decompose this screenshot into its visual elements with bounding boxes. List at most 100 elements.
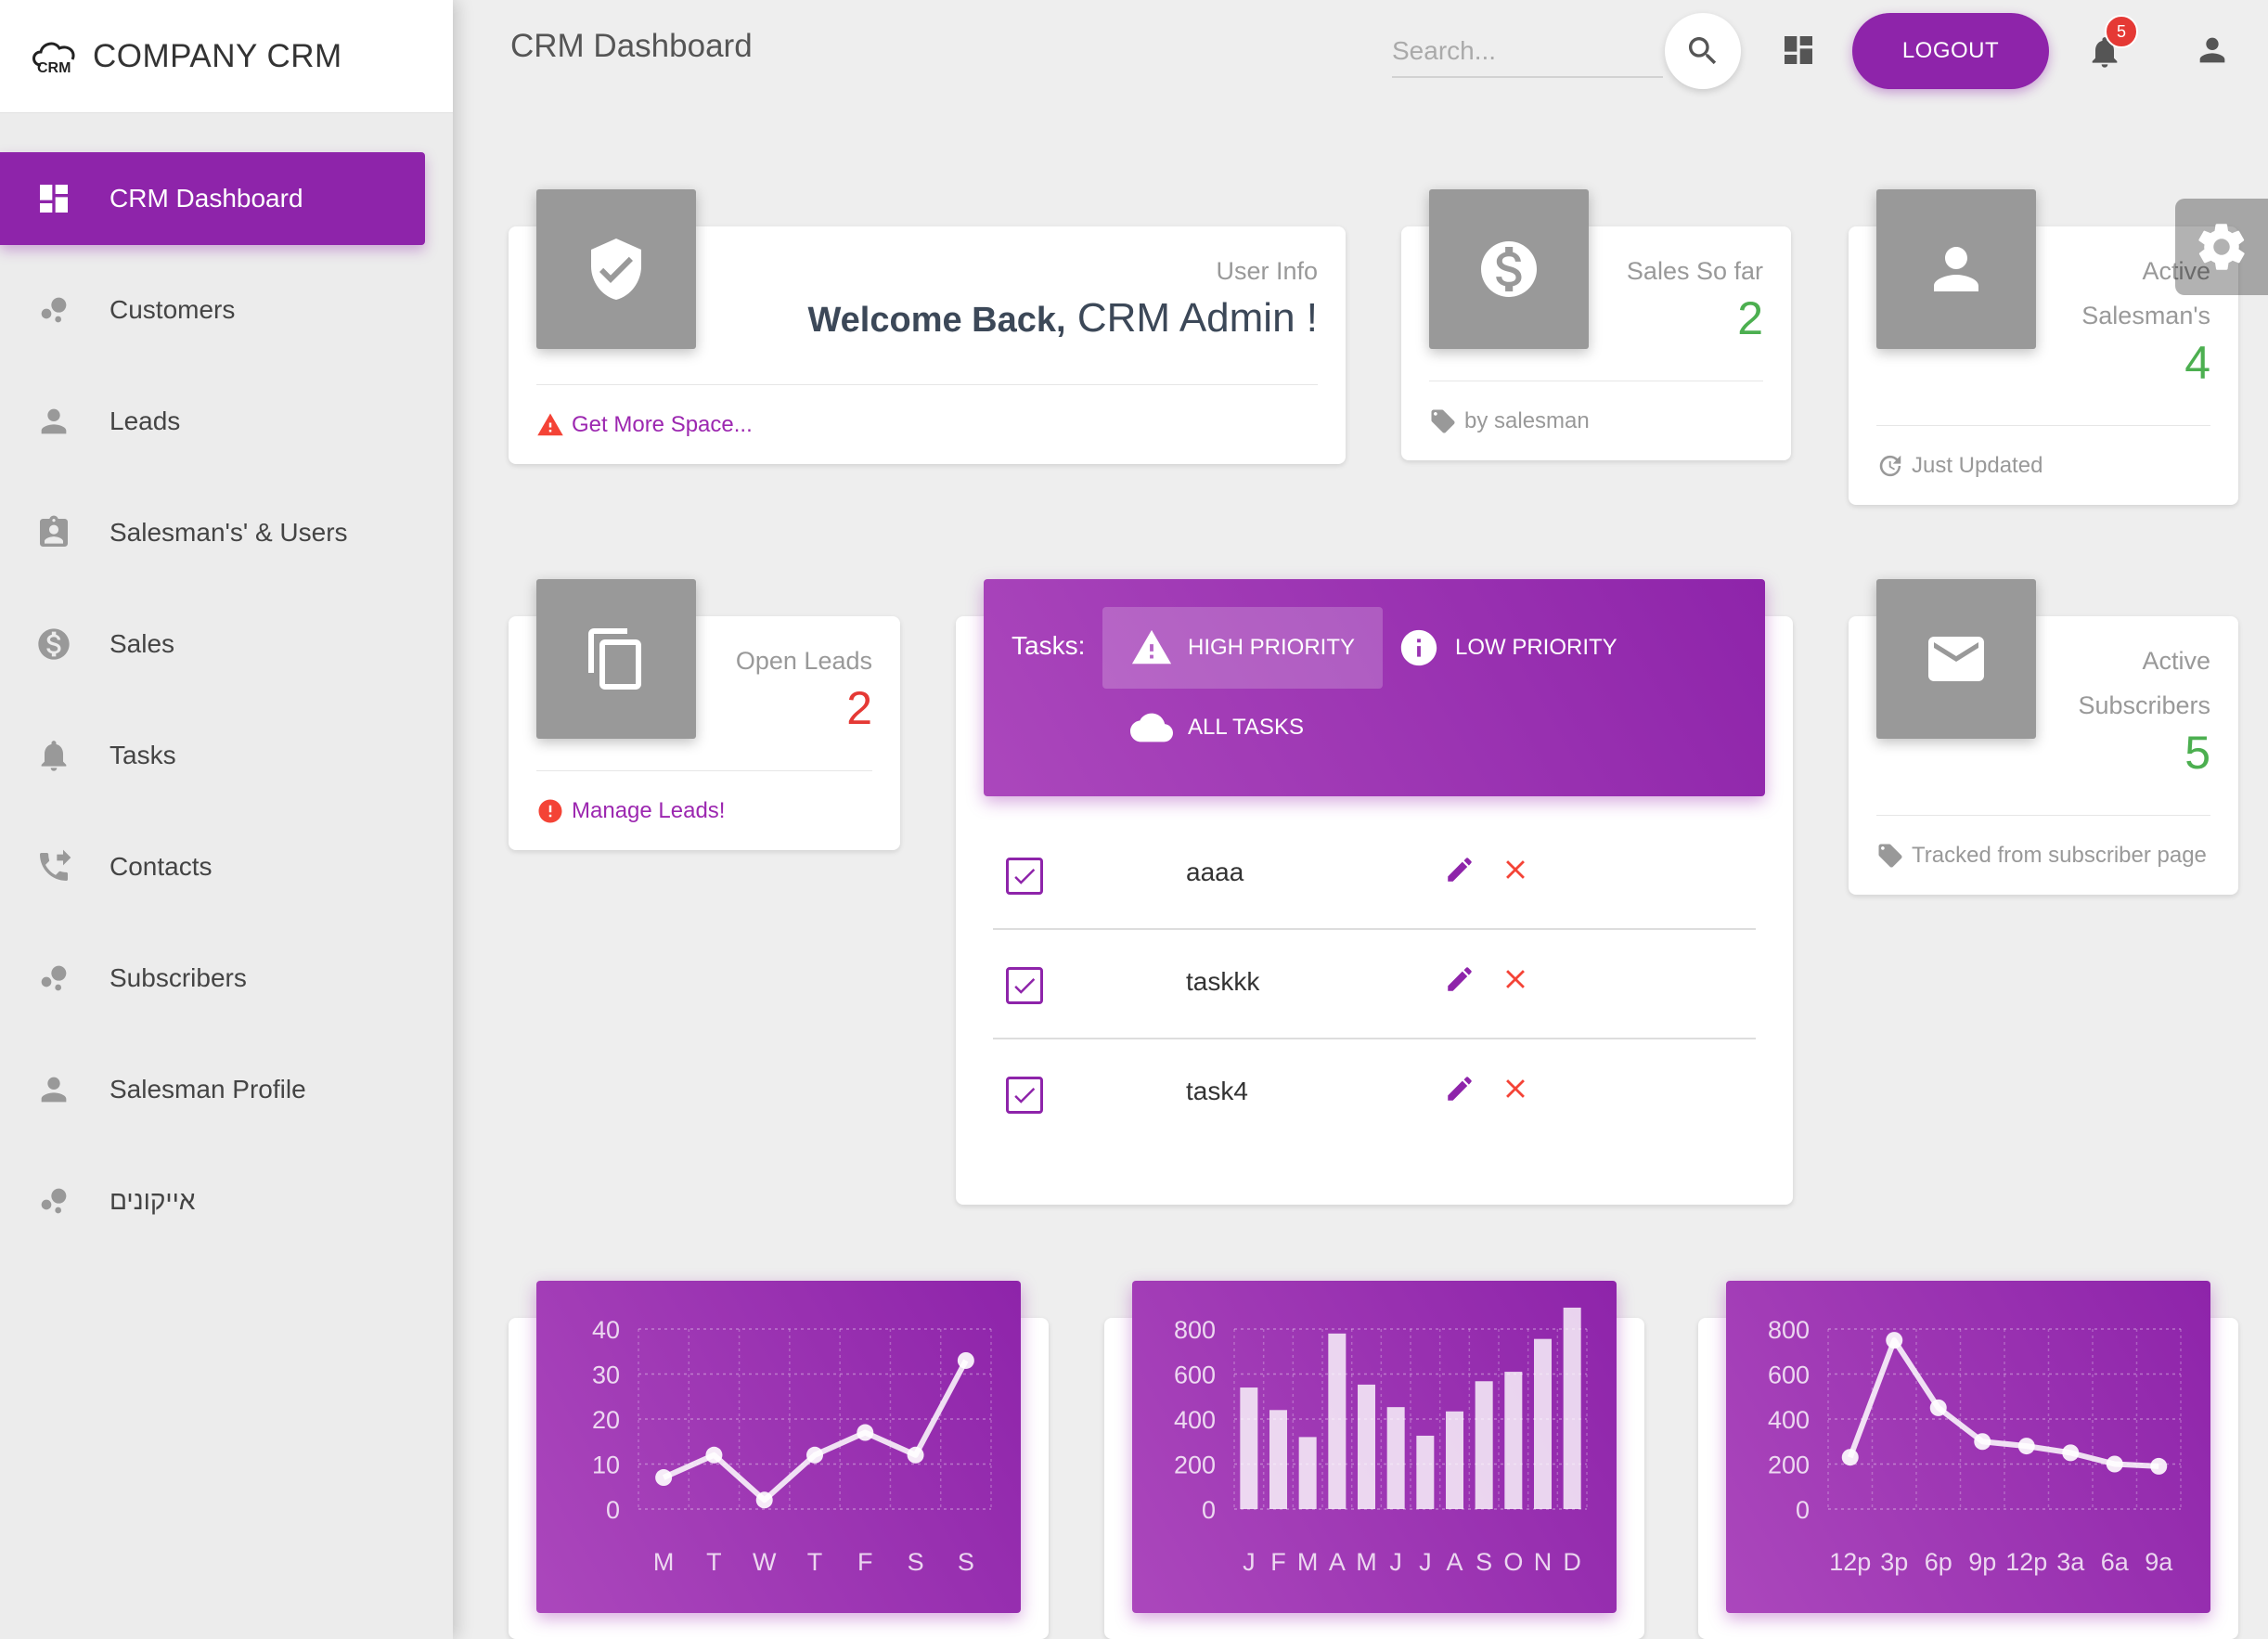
- profile-button[interactable]: [2192, 30, 2233, 71]
- data-point: [655, 1469, 673, 1487]
- salesmen-value: 4: [2184, 337, 2210, 389]
- logout-button[interactable]: LOGOUT: [1852, 13, 2049, 89]
- pencil-icon: [1448, 1077, 1472, 1101]
- x-tick-label: M: [1356, 1548, 1377, 1576]
- x-tick-label: 6p: [1925, 1548, 1952, 1576]
- sidebar-item-sales[interactable]: Sales: [0, 598, 425, 690]
- bubble-chart-icon: [35, 1182, 72, 1220]
- task-checkbox[interactable]: [1006, 1077, 1043, 1114]
- sidebar-item-label: Subscribers: [110, 963, 247, 992]
- dashboard-icon: [1785, 36, 1812, 64]
- sidebar-item-tasks[interactable]: Tasks: [0, 709, 425, 802]
- brand-name: COMPANY CRM: [93, 37, 342, 74]
- search-input[interactable]: [1392, 26, 1663, 76]
- welcome-greeting: Welcome Back,: [807, 301, 1066, 340]
- task-text: aaaa: [1186, 858, 1244, 886]
- data-point: [755, 1491, 773, 1509]
- sidebar-item-salesmen-users[interactable]: Salesman's' & Users: [0, 486, 425, 579]
- pencil-icon: [1448, 858, 1472, 882]
- settings-button[interactable]: [2175, 199, 2268, 295]
- card-category: User Info: [1216, 257, 1318, 285]
- data-point: [957, 1351, 974, 1369]
- sidebar-item-label: Sales: [110, 629, 175, 658]
- data-point: [2150, 1457, 2168, 1475]
- task-row: task4: [993, 1039, 1756, 1149]
- data-point: [705, 1446, 723, 1464]
- gear-icon: [2198, 224, 2245, 270]
- tab-label: LOW PRIORITY: [1455, 635, 1617, 660]
- bar: [1475, 1381, 1493, 1509]
- salesmen-icon-box: [1876, 189, 2036, 349]
- sidebar-item-label: Tasks: [110, 741, 176, 769]
- y-tick-label: 30: [592, 1362, 620, 1389]
- notification-badge: 5: [2105, 15, 2138, 48]
- warning-icon: [537, 413, 563, 436]
- open-leads-value: 2: [846, 682, 872, 734]
- warning-icon: [1131, 629, 1172, 665]
- x-tick-label: J: [1243, 1548, 1256, 1576]
- series-line: [662, 1359, 969, 1503]
- data-point: [1929, 1399, 1947, 1416]
- card-category-line2: Subscribers: [2078, 691, 2210, 719]
- delete-task-button[interactable]: [1500, 963, 1537, 1000]
- person-icon: [2199, 37, 2225, 63]
- task-checkbox[interactable]: [1006, 858, 1043, 895]
- user-info-icon-box: [536, 189, 696, 349]
- y-tick-label: 200: [1768, 1452, 1810, 1479]
- sidebar-item-contacts[interactable]: Contacts: [0, 820, 425, 913]
- x-tick-label: 3a: [2056, 1548, 2085, 1576]
- sidebar-nav: CRM Dashboard Customers Leads Salesman's…: [0, 152, 425, 1266]
- x-tick-label: 6a: [2101, 1548, 2130, 1576]
- hourly-line-chart: 800 600 400 200 0 12p 3p 6p 9p 12p 3a 6a 9a: [1726, 1281, 2210, 1613]
- sidebar-item-label: אייקונים: [110, 1186, 196, 1215]
- tab-high-priority[interactable]: HIGH PRIORITY: [1102, 607, 1384, 689]
- logo-text: CRM: [37, 60, 71, 76]
- daily-line-chart: 40 30 20 10 0 M T W T F S S: [536, 1281, 1021, 1613]
- card-category-line1: Active: [2142, 647, 2210, 675]
- card-category: Open Leads: [735, 647, 872, 675]
- card-footer: Get More Space...: [536, 384, 1318, 439]
- bar: [1416, 1435, 1435, 1509]
- bar: [1534, 1338, 1552, 1509]
- data-point: [806, 1446, 823, 1464]
- page-title[interactable]: CRM Dashboard: [510, 28, 753, 65]
- manage-leads-link[interactable]: Manage Leads!: [572, 798, 725, 824]
- sidebar-item-icons[interactable]: אייקונים: [0, 1155, 425, 1247]
- sidebar-item-crm-dashboard[interactable]: CRM Dashboard: [0, 152, 425, 245]
- user-name: CRM Admin !: [1076, 295, 1318, 341]
- update-icon: [1879, 455, 1901, 477]
- dollar-icon: [1481, 241, 1537, 297]
- x-tick-label: S: [908, 1548, 924, 1576]
- task-row: aaaa: [993, 820, 1756, 930]
- delete-task-button[interactable]: [1500, 1073, 1537, 1110]
- bar: [1358, 1384, 1375, 1509]
- task-checkbox[interactable]: [1006, 967, 1043, 1004]
- close-icon: [1506, 1079, 1525, 1098]
- x-tick-label: S: [958, 1548, 974, 1576]
- edit-task-button[interactable]: [1444, 1073, 1481, 1110]
- tab-low-priority[interactable]: LOW PRIORITY: [1370, 607, 1645, 689]
- get-more-space-link[interactable]: Get More Space...: [572, 412, 753, 438]
- brand[interactable]: CRM COMPANY CRM: [0, 0, 453, 113]
- sidebar-item-subscribers[interactable]: Subscribers: [0, 932, 425, 1025]
- edit-task-button[interactable]: [1444, 963, 1481, 1000]
- sidebar-item-salesman-profile[interactable]: Salesman Profile: [0, 1043, 425, 1136]
- sidebar-item-customers[interactable]: Customers: [0, 264, 425, 356]
- search-button[interactable]: [1665, 13, 1741, 89]
- tag-icon: [1878, 844, 1902, 868]
- dashboard-toggle-button[interactable]: [1778, 30, 1819, 71]
- check-icon: [1014, 978, 1036, 994]
- sidebar-item-label: Customers: [110, 295, 236, 324]
- tab-all-tasks[interactable]: ALL TASKS: [1102, 687, 1332, 768]
- phone-forwarded-icon: [35, 848, 72, 885]
- delete-task-button[interactable]: [1500, 854, 1537, 891]
- y-tick-label: 800: [1768, 1316, 1810, 1344]
- x-tick-label: M: [1297, 1548, 1319, 1576]
- bar: [1386, 1407, 1405, 1509]
- hourly-line-chart-svg: 800 600 400 200 0 12p 3p 6p 9p 12p 3a 6a 9a: [1768, 1316, 2182, 1576]
- x-tick-label: D: [1563, 1548, 1581, 1576]
- sidebar-item-leads[interactable]: Leads: [0, 375, 425, 468]
- tab-label: ALL TASKS: [1188, 715, 1304, 740]
- open-leads-icon-box: [536, 579, 696, 739]
- edit-task-button[interactable]: [1444, 854, 1481, 891]
